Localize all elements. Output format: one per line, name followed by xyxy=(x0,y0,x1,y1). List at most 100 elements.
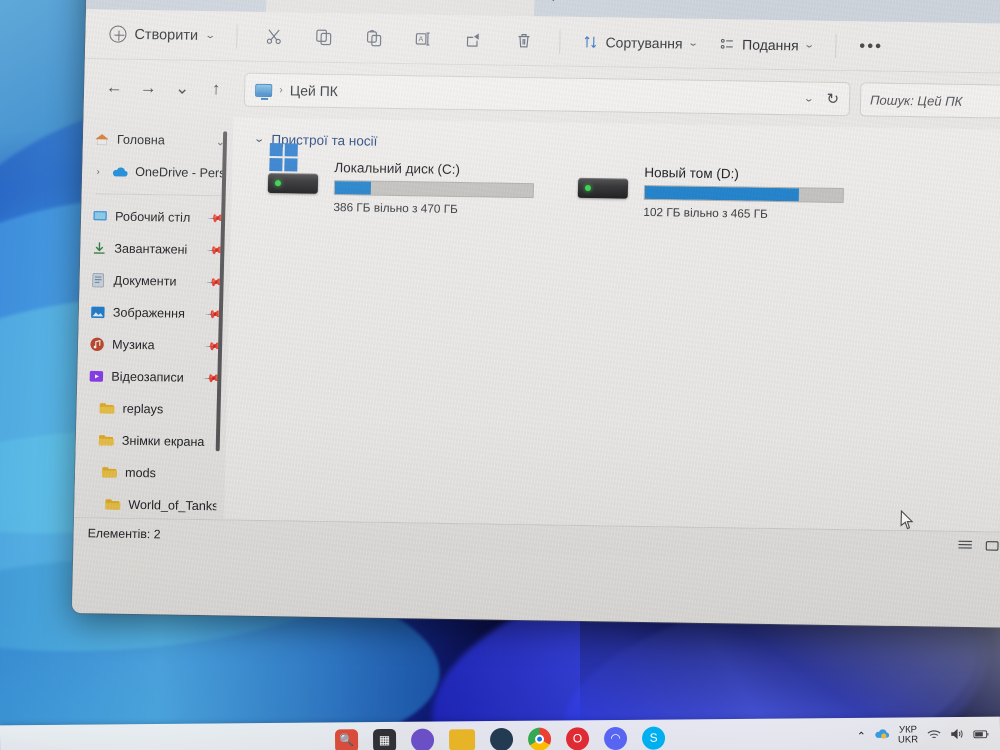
home-icon xyxy=(93,131,110,148)
sidebar-item-replays[interactable]: replays xyxy=(76,392,227,426)
language-indicator[interactable]: УКР UKR xyxy=(898,724,918,745)
documents-icon xyxy=(89,272,106,289)
chevron-down-icon: ⌄ xyxy=(803,39,816,50)
downloads-icon xyxy=(90,240,107,257)
windows-logo-icon xyxy=(269,143,298,172)
navigation-pane: Головна ⌄ › OneDrive - Perso Робочий сті… xyxy=(74,115,234,520)
chevron-down-icon: ⌄ xyxy=(687,37,700,48)
monitor-screen: ✕ + Створити ⌄ xyxy=(0,0,1000,750)
sidebar-item-videos[interactable]: Відеозаписи 📌 xyxy=(77,360,228,394)
share-icon[interactable] xyxy=(450,21,497,58)
divider xyxy=(834,33,837,58)
address-history-button[interactable]: ⌄ xyxy=(803,93,815,104)
sidebar-item-world-of-tanks[interactable]: World_of_Tanks_ xyxy=(74,488,225,519)
breadcrumb[interactable]: › Цей ПК ⌄ ↻ xyxy=(243,72,851,117)
battery-icon[interactable] xyxy=(973,728,990,741)
drive-tile-d[interactable]: Новый том (D:) 102 ГБ вільно з 465 ГБ xyxy=(577,164,845,222)
view-button[interactable]: Подання ⌄ xyxy=(710,30,823,58)
file-list-pane: ⌄ Пристрої та носії Локальний диск (C:) … xyxy=(224,117,1000,532)
new-button[interactable]: Створити ⌄ xyxy=(99,20,224,49)
wifi-icon[interactable] xyxy=(927,729,941,742)
group-header-devices-and-drives[interactable]: ⌄ Пристрої та носії xyxy=(253,132,1000,159)
taskbar-steam-icon[interactable] xyxy=(489,727,514,750)
taskbar-store-icon[interactable] xyxy=(410,728,435,750)
taskbar-widgets-icon[interactable]: ▦ xyxy=(372,728,397,750)
more-options-button[interactable]: ••• xyxy=(849,36,893,57)
drive-led-icon xyxy=(274,180,282,187)
new-tab-button[interactable]: + xyxy=(540,0,567,11)
search-input[interactable]: Пошук: Цей ПК xyxy=(859,82,1000,119)
chevron-down-icon[interactable]: ⌄ xyxy=(253,134,265,145)
close-icon[interactable]: ✕ xyxy=(276,0,303,6)
forward-button[interactable]: → xyxy=(132,72,165,104)
breadcrumb-item-this-pc[interactable]: Цей ПК xyxy=(290,82,338,99)
hard-drive-icon xyxy=(577,177,629,199)
taskbar-search-icon[interactable]: 🔍 xyxy=(334,728,359,750)
svg-text:A: A xyxy=(418,35,423,43)
divider xyxy=(236,24,238,49)
drive-capacity-text: 386 ГБ вільно з 470 ГБ xyxy=(333,200,459,216)
sidebar-item-downloads[interactable]: Завантажені 📌 xyxy=(80,232,231,266)
desktop-icon xyxy=(91,208,108,225)
sidebar-item-pictures[interactable]: Зображення 📌 xyxy=(79,296,230,330)
sidebar-item-label: Зображення xyxy=(112,305,186,321)
sidebar-item-music[interactable]: Музика 📌 xyxy=(78,328,229,362)
drive-info: Локальний диск (C:) 386 ГБ вільно з 470 … xyxy=(333,160,535,217)
paste-icon[interactable] xyxy=(350,20,397,57)
large-icons-view-icon[interactable] xyxy=(984,539,999,555)
cut-icon[interactable] xyxy=(250,18,297,55)
sidebar-item-screenshots[interactable]: Знімки екрана xyxy=(75,424,226,458)
details-view-icon[interactable] xyxy=(957,538,972,554)
taskbar-chrome-icon[interactable] xyxy=(527,727,552,750)
sidebar-item-desktop[interactable]: Робочий стіл 📌 xyxy=(81,200,232,234)
onedrive-sync-icon[interactable] xyxy=(875,728,890,743)
copy-icon[interactable] xyxy=(300,19,347,56)
onedrive-cloud-icon xyxy=(111,163,128,180)
sidebar-item-label: mods xyxy=(124,465,157,481)
pictures-icon xyxy=(89,304,106,321)
refresh-button[interactable]: ↻ xyxy=(826,90,839,108)
folder-icon xyxy=(98,432,115,449)
taskbar-opera-icon[interactable]: O xyxy=(565,726,590,750)
sidebar-item-onedrive[interactable]: › OneDrive - Perso xyxy=(82,155,233,189)
expand-chevron-icon[interactable]: › xyxy=(92,166,104,176)
drive-tile-list: Локальний диск (C:) 386 ГБ вільно з 470 … xyxy=(253,143,1000,225)
sort-label: Сортування xyxy=(605,33,683,52)
drive-usage-fill xyxy=(334,181,371,195)
divider xyxy=(559,29,561,54)
new-button-label: Створити xyxy=(134,26,199,44)
file-explorer-window-wrapper: ✕ + Створити ⌄ xyxy=(71,0,1000,628)
sidebar-item-label: Документи xyxy=(113,273,177,289)
drive-icon-wrapper xyxy=(267,143,323,194)
chevron-down-icon: ⌄ xyxy=(204,30,216,41)
sidebar-item-label: replays xyxy=(122,401,164,417)
breadcrumb-separator: › xyxy=(279,84,283,97)
volume-icon[interactable] xyxy=(950,728,964,742)
taskbar-discord-icon[interactable]: ◠ xyxy=(603,726,628,750)
folder-icon xyxy=(104,496,121,513)
sidebar-item-mods[interactable]: mods xyxy=(75,456,226,490)
sidebar-item-label: Знімки екрана xyxy=(121,433,205,450)
rename-icon[interactable]: A xyxy=(400,21,447,58)
tray-overflow-button[interactable]: ⌃ xyxy=(857,729,866,742)
sidebar-item-label: Головна xyxy=(116,132,165,148)
drive-name: Новый том (D:) xyxy=(644,164,740,182)
up-button[interactable]: ↑ xyxy=(200,73,233,105)
taskbar-file-explorer-icon[interactable] xyxy=(448,728,476,750)
drive-tile-c[interactable]: Локальний диск (C:) 386 ГБ вільно з 470 … xyxy=(267,143,535,217)
back-button[interactable]: ← xyxy=(98,71,131,103)
folder-icon xyxy=(101,464,118,481)
view-label: Подання xyxy=(741,35,799,53)
drive-icon-wrapper xyxy=(577,164,633,199)
drive-usage-fill xyxy=(644,185,800,202)
folder-icon xyxy=(98,400,115,417)
sidebar-item-label: OneDrive - Perso xyxy=(135,164,225,181)
file-explorer-window: ✕ + Створити ⌄ xyxy=(71,0,1000,628)
sidebar-item-documents[interactable]: Документи 📌 xyxy=(79,264,230,298)
sidebar-item-home[interactable]: Головна ⌄ xyxy=(83,123,234,157)
mouse-pointer xyxy=(900,509,915,535)
recent-locations-button[interactable]: ⌄ xyxy=(166,72,199,104)
taskbar-skype-icon[interactable]: S xyxy=(641,726,666,750)
delete-icon[interactable] xyxy=(500,22,547,59)
sort-button[interactable]: Сортування ⌄ xyxy=(573,28,706,56)
